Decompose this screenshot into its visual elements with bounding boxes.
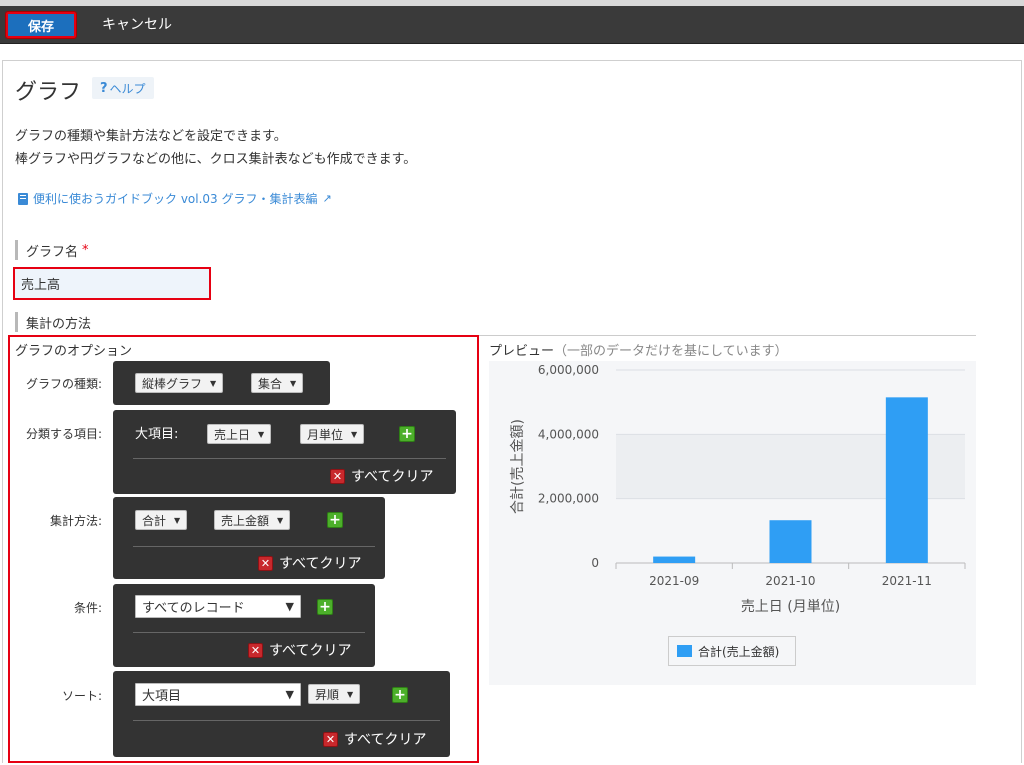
clear-all-condition-button[interactable]: ✕ すべてクリア (248, 640, 351, 660)
legend-swatch (677, 645, 692, 657)
guidebook-link-label: 便利に使おうガイドブック vol.03 グラフ・集計表編 (33, 192, 318, 206)
book-icon (18, 192, 28, 205)
clear-all-label: すべてクリア (344, 732, 427, 748)
preview-title-text: プレビュー (489, 344, 555, 359)
panel-separator (133, 632, 365, 633)
grouping-field-value: 売上日 (214, 427, 251, 442)
major-item-label: 大項目: (135, 427, 179, 442)
bar (653, 556, 696, 563)
sort-field-dropdown[interactable]: 大項目 ▼ (135, 683, 301, 706)
x-axis-title: 売上日 (月単位) (741, 599, 840, 615)
aggregation-section-label: 集計の方法 (15, 312, 91, 332)
graph-name-label-text: グラフ名 (26, 244, 79, 260)
clear-all-label: すべてクリア (279, 556, 362, 572)
sort-field-value: 大項目 (142, 689, 182, 704)
graph-name-label: グラフ名 * (15, 240, 89, 260)
cancel-button[interactable]: キャンセル (102, 14, 172, 34)
caret-down-icon: ▼ (277, 515, 284, 525)
grouping-unit-value: 月単位 (307, 427, 344, 442)
clear-all-label: すべてクリア (351, 469, 434, 485)
aggregation-field-dropdown[interactable]: 売上金額 ▼ (214, 510, 291, 530)
chart-type-value: 縦棒グラフ (142, 376, 203, 391)
save-button[interactable]: 保存 (5, 11, 77, 39)
add-aggregation-button[interactable]: + (327, 512, 343, 528)
help-icon: ? (100, 80, 108, 96)
condition-dropdown[interactable]: すべてのレコード ▼ (135, 595, 301, 618)
caret-down-icon: ▼ (285, 688, 294, 701)
caret-down-icon: ▼ (347, 689, 354, 699)
y-tick-label: 6,000,000 (538, 363, 599, 377)
aggregation-func-value: 合計 (142, 513, 167, 528)
chart-type-dropdown[interactable]: 縦棒グラフ ▼ (135, 373, 224, 393)
close-icon: ✕ (258, 555, 273, 571)
add-grouping-button[interactable]: + (399, 426, 415, 442)
x-tick-label: 2021-09 (649, 574, 699, 588)
x-tick-label: 2021-10 (765, 574, 815, 588)
caret-down-icon: ▼ (285, 600, 294, 613)
bar (769, 520, 812, 563)
grouping-field-dropdown[interactable]: 売上日 ▼ (207, 424, 272, 444)
page-title: グラフ (15, 80, 82, 105)
caret-down-icon: ▼ (258, 429, 265, 439)
clear-all-grouping-button[interactable]: ✕ すべてクリア (330, 466, 433, 486)
y-axis-title: 合計(売上金額) (510, 419, 526, 514)
sort-order-dropdown[interactable]: 昇順 ▼ (308, 684, 361, 704)
caret-down-icon: ▼ (351, 429, 358, 439)
panel-separator (133, 458, 446, 459)
section-divider (476, 335, 976, 336)
help-button[interactable]: ? ヘルプ (92, 77, 154, 99)
chart-mode-dropdown[interactable]: 集合 ▼ (251, 373, 304, 393)
help-label: ヘルプ (109, 81, 146, 96)
grouping-label: 分類する項目: (25, 427, 102, 441)
close-icon: ✕ (248, 642, 263, 658)
guidebook-link[interactable]: 便利に使おうガイドブック vol.03 グラフ・集計表編 ↗ (18, 190, 332, 207)
close-icon: ✕ (323, 731, 338, 747)
clear-all-aggregation-button[interactable]: ✕ すべてクリア (258, 553, 361, 573)
condition-value: すべてのレコード (142, 601, 245, 616)
y-tick-label: 4,000,000 (538, 427, 599, 441)
add-sort-button[interactable]: + (392, 687, 408, 703)
sort-label: ソート: (61, 689, 102, 703)
clear-all-sort-button[interactable]: ✕ すべてクリア (323, 729, 426, 749)
preview-subtitle: （一部のデータだけを基にしています） (554, 344, 788, 359)
description-line-2: 棒グラフや円グラフなどの他に、クロス集計表なども作成できます。 (15, 152, 417, 167)
condition-label: 条件: (73, 601, 102, 615)
x-tick-label: 2021-11 (882, 574, 932, 588)
sort-order-value: 昇順 (315, 687, 340, 702)
graph-name-input[interactable]: 売上高 (13, 267, 211, 300)
external-link-icon: ↗ (322, 192, 332, 205)
y-tick-label: 2,000,000 (538, 492, 599, 506)
caret-down-icon: ▼ (290, 378, 297, 388)
description-line-1: グラフの種類や集計方法などを設定できます。 (15, 129, 287, 144)
top-toolbar: 保存 キャンセル (0, 0, 1024, 44)
caret-down-icon: ▼ (174, 515, 181, 525)
chart-type-label: グラフの種類: (25, 377, 102, 391)
bar-chart: 0 2,000,000 4,000,000 6,000,000 2021-09 2021-… (510, 363, 966, 615)
chart-mode-value: 集合 (258, 376, 283, 391)
grouping-unit-dropdown[interactable]: 月単位 ▼ (300, 424, 365, 444)
bar (885, 397, 928, 563)
aggregation-method-label: 集計方法: (49, 514, 102, 528)
clear-all-label: すべてクリア (269, 643, 352, 659)
legend-label: 合計(売上金額) (698, 644, 780, 659)
chart-legend: 合計(売上金額) (668, 636, 796, 666)
panel-separator (133, 546, 375, 547)
required-mark: * (82, 242, 89, 258)
graph-options-title: グラフのオプション (15, 344, 133, 359)
preview-title: プレビュー（一部のデータだけを基にしています） (489, 340, 788, 359)
close-icon: ✕ (330, 468, 345, 484)
aggregation-func-dropdown[interactable]: 合計 ▼ (135, 510, 188, 530)
caret-down-icon: ▼ (210, 378, 217, 388)
y-tick-label: 0 (591, 556, 599, 570)
add-condition-button[interactable]: + (317, 599, 333, 615)
panel-separator (133, 720, 440, 721)
aggregation-field-value: 売上金額 (221, 513, 270, 528)
